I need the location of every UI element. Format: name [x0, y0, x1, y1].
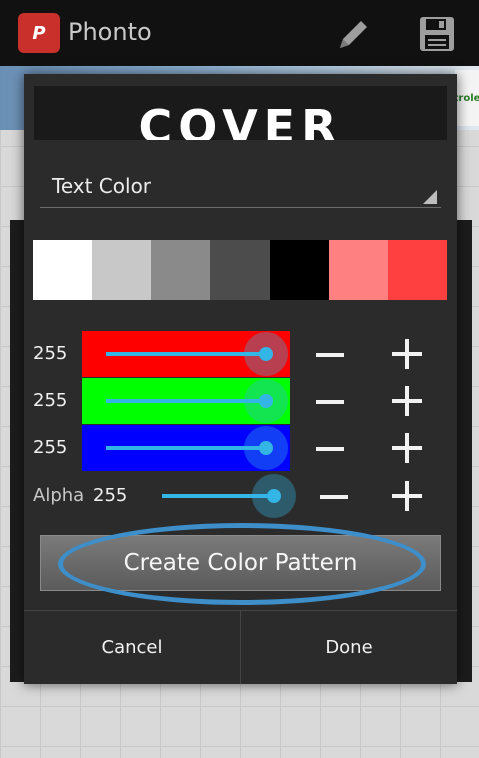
- pencil-icon[interactable]: [334, 14, 374, 54]
- slider-thumb[interactable]: [252, 474, 296, 518]
- slider-thumb[interactable]: [244, 379, 288, 423]
- red-slider[interactable]: [82, 331, 290, 377]
- color-swatches: [33, 240, 447, 300]
- color-swatch[interactable]: [33, 240, 93, 300]
- blue-row: 255: [24, 425, 457, 471]
- alpha-row: Alpha 255: [24, 473, 457, 519]
- alpha-slider[interactable]: [148, 473, 298, 519]
- color-swatch[interactable]: [269, 240, 329, 300]
- green-row: 255: [24, 378, 457, 424]
- create-color-pattern-button[interactable]: Create Color Pattern: [40, 535, 441, 591]
- cancel-button[interactable]: Cancel: [24, 611, 240, 684]
- dialog-footer: Cancel Done: [24, 610, 457, 684]
- color-swatch[interactable]: [387, 240, 447, 300]
- color-swatch[interactable]: [92, 240, 152, 300]
- alpha-plus-button[interactable]: [390, 479, 424, 513]
- red-value: 255: [33, 343, 68, 364]
- slider-thumb[interactable]: [244, 332, 288, 376]
- red-plus-button[interactable]: [390, 337, 424, 371]
- color-swatch[interactable]: [151, 240, 211, 300]
- green-slider[interactable]: [82, 378, 290, 424]
- color-swatch[interactable]: [210, 240, 270, 300]
- blue-slider[interactable]: [82, 425, 290, 471]
- green-plus-button[interactable]: [390, 384, 424, 418]
- blue-value: 255: [33, 437, 68, 458]
- red-minus-button[interactable]: [312, 339, 348, 369]
- red-row: 255: [24, 331, 457, 377]
- done-button[interactable]: Done: [241, 611, 457, 684]
- slider-thumb[interactable]: [244, 426, 288, 470]
- app-title: Phonto: [68, 18, 152, 46]
- blue-minus-button[interactable]: [312, 433, 348, 463]
- dropdown-arrow-icon: [423, 190, 437, 204]
- app-logo-icon: P: [18, 13, 60, 53]
- color-swatch[interactable]: [328, 240, 388, 300]
- save-icon[interactable]: [417, 14, 457, 54]
- spinner-label: Text Color: [52, 174, 152, 198]
- color-target-spinner[interactable]: Text Color: [40, 166, 441, 208]
- blue-plus-button[interactable]: [390, 431, 424, 465]
- create-color-pattern-label: Create Color Pattern: [123, 550, 358, 576]
- preview-text: COVER: [138, 100, 343, 140]
- alpha-label: Alpha: [33, 485, 85, 506]
- ad-text[interactable]: trole: [454, 70, 479, 126]
- text-color-dialog: COVER Text Color 255 255 255 Alpha 255 C…: [24, 74, 457, 684]
- action-bar: P Phonto: [0, 0, 479, 66]
- alpha-value: 255: [93, 485, 128, 506]
- green-value: 255: [33, 390, 68, 411]
- alpha-minus-button[interactable]: [316, 481, 352, 511]
- green-minus-button[interactable]: [312, 386, 348, 416]
- text-preview: COVER: [34, 86, 447, 140]
